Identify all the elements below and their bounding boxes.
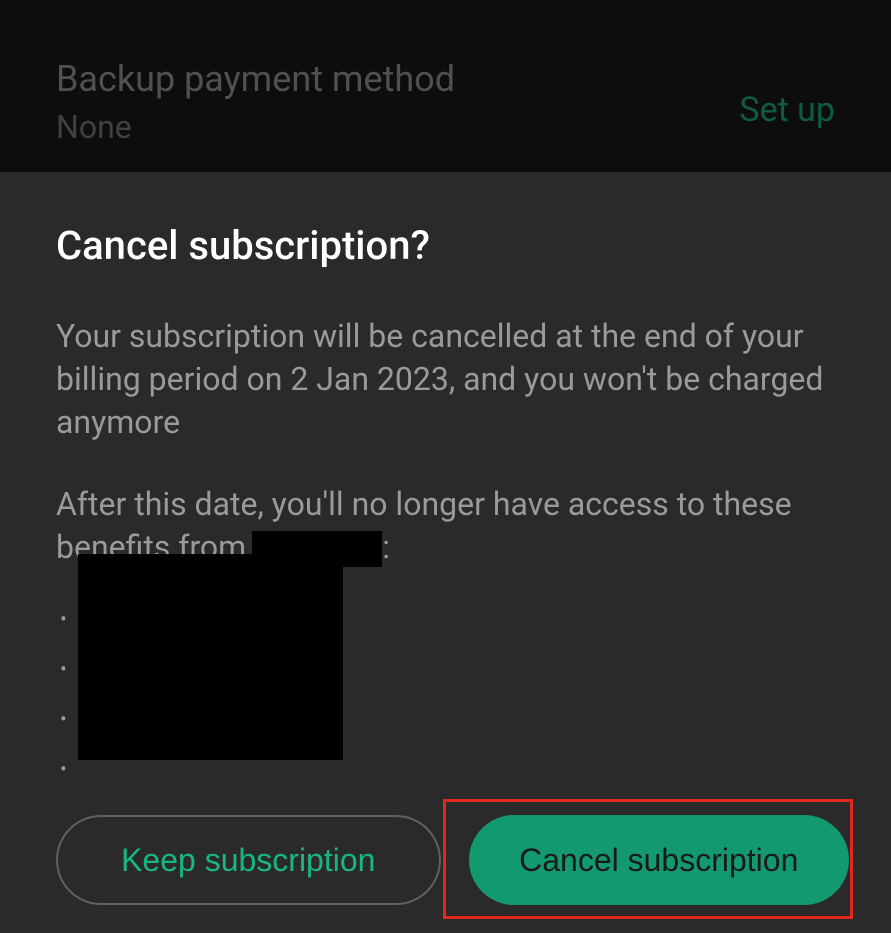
backup-payment-section: Backup payment method None Set up <box>0 0 891 172</box>
setup-link[interactable]: Set up <box>739 90 835 130</box>
dialog-paragraph-1: Your subscription will be cancelled at t… <box>56 315 835 445</box>
backup-payment-title: Backup payment method <box>56 58 835 100</box>
redacted-benefits-block <box>78 554 343 760</box>
dialog-title: Cancel subscription? <box>56 222 835 269</box>
keep-subscription-button[interactable]: Keep subscription <box>56 815 441 905</box>
cancel-subscription-button[interactable]: Cancel subscription <box>469 815 850 905</box>
backup-payment-value: None <box>56 108 835 146</box>
dialog-button-row: Keep subscription Cancel subscription <box>56 815 849 905</box>
cancel-subscription-dialog: Cancel subscription? Your subscription w… <box>0 172 891 933</box>
para2-suffix: : <box>382 528 390 566</box>
